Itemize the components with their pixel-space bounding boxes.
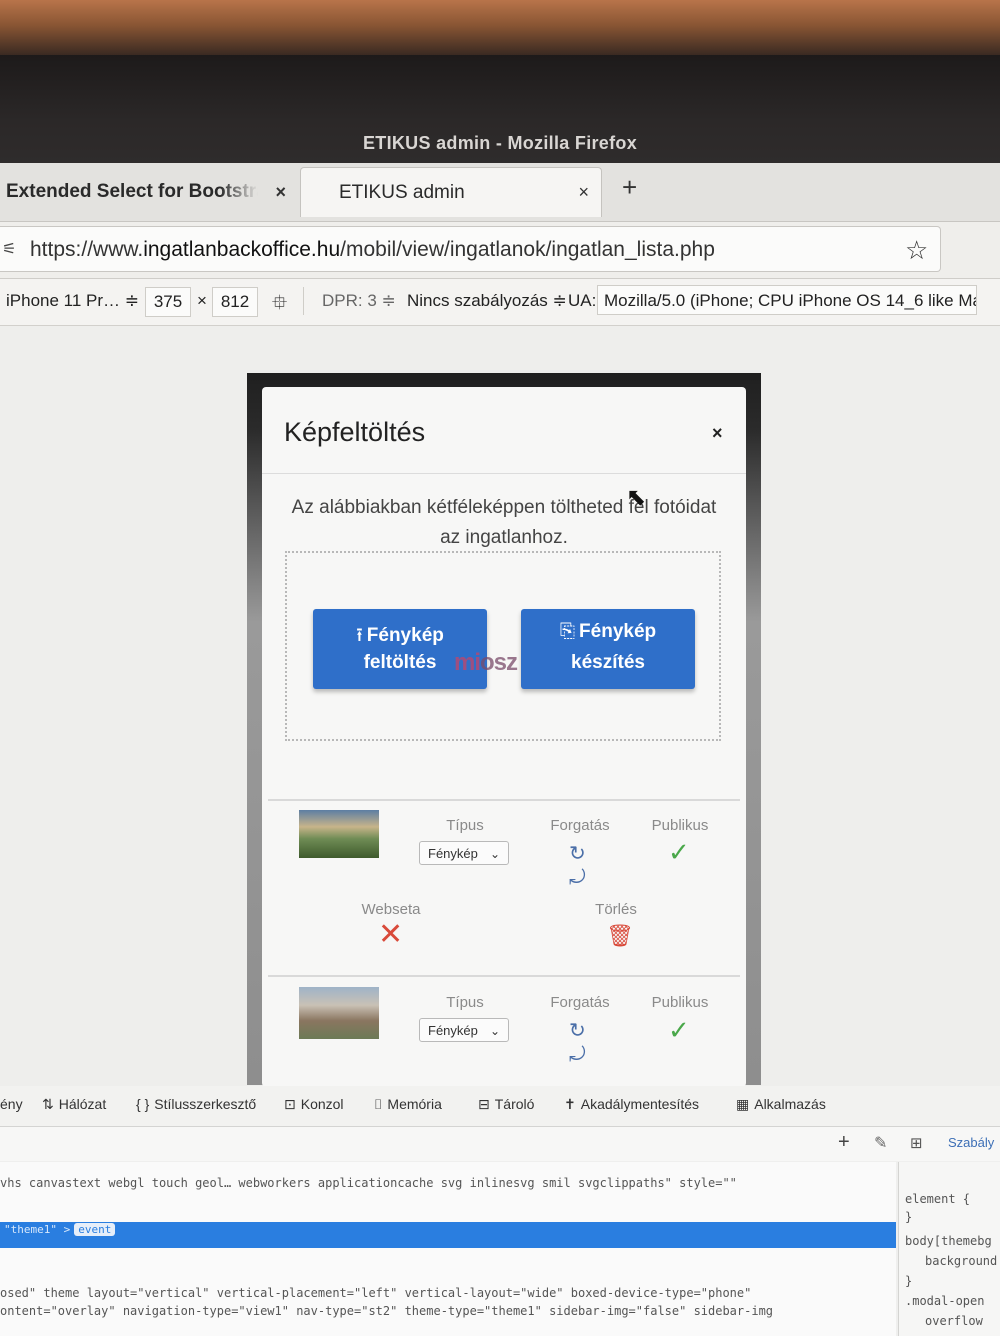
event-badge[interactable]: event xyxy=(74,1223,116,1236)
tab-network[interactable]: ⇅ Hálózat xyxy=(42,1096,106,1113)
storage-icon: ⊟ xyxy=(478,1096,490,1112)
site-info-icon[interactable]: ⚟ xyxy=(2,239,16,259)
rules-tab[interactable]: Szabály xyxy=(948,1135,994,1150)
tab-accessibility[interactable]: ✝ Akadálymentesítés xyxy=(564,1096,699,1113)
web-label: Webseta xyxy=(361,901,421,918)
watermark-logo: miosz xyxy=(454,649,518,676)
device-select[interactable]: iPhone 11 Pr… ≑ xyxy=(6,291,139,311)
row-divider xyxy=(268,975,740,977)
public-label: Publikus xyxy=(651,817,709,834)
photo-thumbnail[interactable] xyxy=(299,987,379,1039)
tab-label: ETIKUS admin xyxy=(339,181,465,203)
eyedropper-icon[interactable]: ✎ xyxy=(874,1133,887,1153)
type-label: Típus xyxy=(446,817,484,834)
user-agent-input[interactable]: Mozilla/5.0 (iPhone; CPU iPhone OS 14_6 … xyxy=(597,285,977,315)
network-icon: ⇅ xyxy=(42,1096,54,1112)
responsive-toolbar: iPhone 11 Pr… ≑ 375 × 812 ⯐ DPR: 3 ≑ Nin… xyxy=(0,279,1000,326)
delete-label: Törlés xyxy=(595,901,637,918)
chevron-down-icon: ⌄ xyxy=(489,847,500,861)
markup-line[interactable]: ontent="overlay" navigation-type="view1"… xyxy=(0,1304,773,1318)
bookmark-star-icon[interactable]: ☆ xyxy=(905,235,928,266)
mouse-cursor-icon: ⬉ xyxy=(626,484,647,511)
rotate-viewport-icon[interactable]: ⯐ xyxy=(272,288,287,322)
tab-debugger[interactable]: ény xyxy=(0,1096,23,1112)
row-divider xyxy=(268,799,740,801)
monitor-glow xyxy=(0,0,1000,55)
rule-line: background xyxy=(925,1254,998,1268)
type-label: Típus xyxy=(446,994,484,1011)
type-select[interactable]: Fénykép ⌄ xyxy=(419,841,509,865)
markup-line[interactable]: osed" theme layout="vertical" vertical-p… xyxy=(0,1286,751,1300)
rule-line: .modal-open xyxy=(905,1294,985,1308)
markup-line[interactable]: vhs canvastext webgl touch geol… webwork… xyxy=(0,1176,737,1190)
rule-line: } xyxy=(905,1210,913,1224)
rule-line: overflow xyxy=(925,1314,983,1328)
cross-icon[interactable]: ✕ xyxy=(378,917,403,952)
tab-memory[interactable]: ⌷ Memória xyxy=(374,1096,442,1113)
viewport-height-input[interactable]: 812 xyxy=(212,287,258,317)
tab-console[interactable]: ⊡ Konzol xyxy=(284,1096,344,1113)
rotate-label: Forgatás xyxy=(550,994,610,1011)
console-icon: ⊡ xyxy=(284,1096,296,1112)
rotate-label: Forgatás xyxy=(550,817,610,834)
camera-icon: ⎘ xyxy=(559,621,576,642)
braces-icon: { } xyxy=(136,1096,150,1112)
url-input[interactable]: ⚟ https://www.ingatlanbackoffice.hu/mobi… xyxy=(0,226,941,272)
window-title: ETIKUS admin - Mozilla Firefox xyxy=(362,133,638,153)
accessibility-icon: ✝ xyxy=(564,1096,576,1112)
tab-etikus-admin[interactable]: ETIKUS admin × xyxy=(300,167,602,217)
dimension-separator: × xyxy=(197,291,207,310)
rules-panel: element { } body[themebg background } .m… xyxy=(898,1162,1000,1336)
tab-extended-select[interactable]: Extended Select for Bootstrap × xyxy=(0,167,296,217)
toggle-panel-icon[interactable]: ⊞ xyxy=(910,1134,923,1152)
rotate-left-icon[interactable]: ⤾ xyxy=(569,1044,586,1067)
close-icon[interactable]: × xyxy=(275,182,286,203)
rotate-left-icon[interactable]: ⤾ xyxy=(569,867,586,890)
tab-storage[interactable]: ⊟ Tároló xyxy=(478,1096,534,1113)
check-icon[interactable]: ✓ xyxy=(668,837,690,868)
rotate-right-icon[interactable]: ↻ xyxy=(569,1018,586,1043)
application-icon: ▦ xyxy=(736,1096,750,1112)
rotate-right-icon[interactable]: ↻ xyxy=(569,841,586,866)
check-icon[interactable]: ✓ xyxy=(668,1015,690,1046)
upload-modal: Képfeltöltés × Az alábbiakban kétfélekép… xyxy=(262,387,746,1087)
modal-close-button[interactable]: × xyxy=(712,423,723,444)
modal-header: Képfeltöltés × xyxy=(262,387,746,474)
add-node-icon[interactable]: + xyxy=(838,1131,850,1154)
selected-node-highlight[interactable] xyxy=(0,1222,896,1248)
tab-style-editor[interactable]: { } Stílusszerkesztő xyxy=(136,1096,256,1112)
dpr-select[interactable]: DPR: 3 ≑ xyxy=(322,291,396,311)
close-icon[interactable]: × xyxy=(578,182,589,203)
viewport-width-input[interactable]: 375 xyxy=(145,287,191,317)
throttling-select[interactable]: Nincs szabályozás ≑ xyxy=(407,291,567,311)
tab-application[interactable]: ▦ Alkalmazás xyxy=(736,1096,826,1113)
trash-icon[interactable]: 🗑 xyxy=(606,923,634,949)
tab-label: Extended Select for Bootstrap xyxy=(6,181,258,202)
rule-line: } xyxy=(905,1274,913,1288)
toolbar-divider xyxy=(303,287,304,315)
selected-node-text: "theme1" > event xyxy=(4,1223,116,1236)
public-label: Publikus xyxy=(651,994,709,1011)
modal-title: Képfeltöltés xyxy=(284,417,426,447)
devtools-toolbar: + ✎ ⊞ Szabály xyxy=(0,1127,1000,1161)
url-text: https://www.ingatlanbackoffice.hu/mobil/… xyxy=(30,238,715,261)
rule-line: body[themebg xyxy=(905,1234,992,1248)
new-tab-button[interactable]: + xyxy=(622,172,637,203)
chevron-down-icon: ⌄ xyxy=(489,1024,500,1038)
upload-arrow-icon: ⭱ xyxy=(356,625,363,646)
photo-thumbnail[interactable] xyxy=(299,810,379,858)
take-photo-button[interactable]: ⎘ Fénykép készítés xyxy=(521,609,695,689)
rule-line: element { xyxy=(905,1192,971,1206)
memory-icon: ⌷ xyxy=(374,1096,383,1112)
navigation-bar: ⚟ https://www.ingatlanbackoffice.hu/mobi… xyxy=(0,222,1000,279)
devtools-tabs: ény ⇅ Hálózat { } Stílusszerkesztő ⊡ Konzol… xyxy=(0,1086,1000,1127)
modal-intro-text: Az alábbiakban kétféleképpen töltheted f… xyxy=(291,497,717,548)
tab-strip: Extended Select for Bootstrap × ETIKUS a… xyxy=(0,163,1000,222)
type-select[interactable]: Fénykép ⌄ xyxy=(419,1018,509,1042)
markup-view: vhs canvastext webgl touch geol… webwork… xyxy=(0,1162,896,1336)
user-agent-label: UA: xyxy=(568,291,597,310)
